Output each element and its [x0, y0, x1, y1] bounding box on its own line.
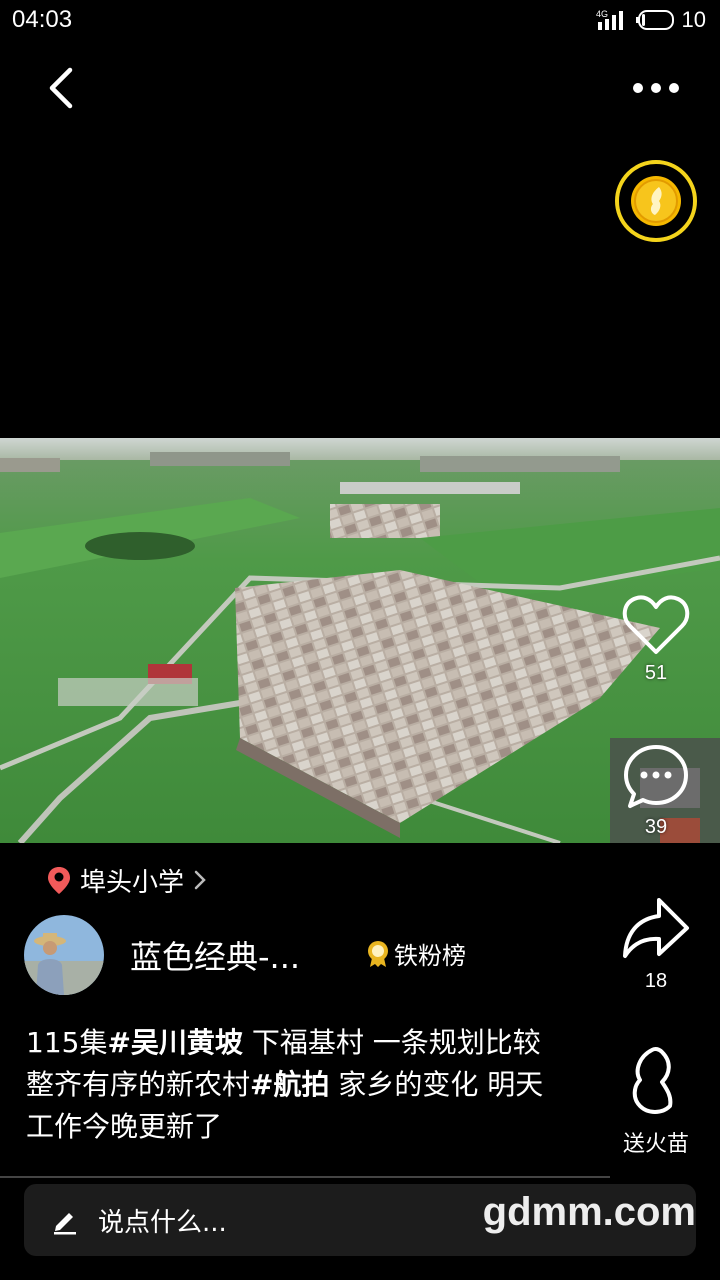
back-arrow-icon [49, 67, 73, 109]
video-caption: 115集#吴川黄坡 下福基村 一条规划比较整齐有序的新农村#航拍 家乡的变化 明… [26, 1022, 566, 1148]
share-count: 18 [644, 970, 668, 992]
watermark: gdmm.com [482, 1190, 696, 1234]
comment-action[interactable]: 39 [606, 742, 706, 839]
signal-icon: 4G [596, 9, 623, 30]
share-action[interactable]: 18 [606, 892, 706, 993]
flame-icon [632, 1046, 673, 1114]
badge-label: 铁粉榜 [394, 942, 466, 970]
location-pin-icon [48, 867, 70, 894]
medal-icon [368, 940, 388, 967]
comment-bubble-icon [624, 745, 688, 808]
divider [0, 1176, 610, 1178]
chevron-right-icon [194, 870, 206, 890]
author-avatar[interactable] [24, 915, 104, 995]
location-tag[interactable]: 埠头小学 [46, 860, 208, 900]
caption-episode: 115集 [26, 1026, 108, 1059]
share-arrow-icon [623, 898, 689, 958]
avatar-image [24, 915, 104, 995]
comment-placeholder: 说点什么... [98, 1207, 227, 1238]
heart-icon [622, 595, 690, 654]
gift-label: 送火苗 [622, 1131, 689, 1156]
author-name[interactable]: 蓝色经典-... [130, 932, 300, 978]
more-dots-icon [633, 83, 679, 93]
author-row: 蓝色经典-... [24, 914, 300, 996]
gift-flame-action[interactable]: 送火苗 [606, 1044, 706, 1158]
comment-count: 39 [644, 816, 668, 838]
status-time: 04:03 [12, 6, 73, 33]
pencil-icon [54, 1213, 76, 1235]
battery-level: 10 [681, 7, 706, 32]
svg-text:4G: 4G [596, 9, 608, 19]
like-action[interactable]: 51 [606, 592, 706, 685]
caption-hashtag[interactable]: #航拍 [250, 1068, 329, 1101]
status-indicators: 4G 10 [596, 6, 706, 34]
caption-hashtag[interactable]: #吴川黄坡 [107, 1026, 242, 1059]
coin-icon [631, 176, 681, 226]
back-button[interactable] [40, 64, 88, 112]
more-options-button[interactable] [626, 70, 686, 106]
reward-coin-button[interactable] [615, 160, 697, 242]
status-bar: 04:03 4G 10 [0, 0, 720, 40]
location-name: 埠头小学 [80, 867, 185, 898]
like-count: 51 [644, 662, 668, 684]
battery-icon [635, 10, 674, 30]
fan-rank-badge[interactable]: 铁粉榜 [366, 936, 466, 971]
